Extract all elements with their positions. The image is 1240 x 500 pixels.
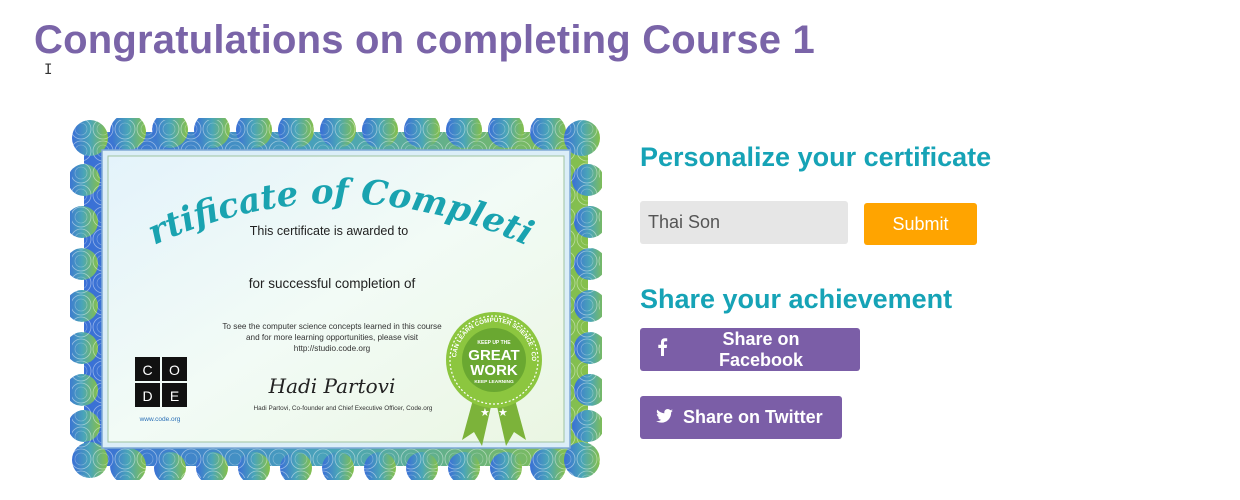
certificate-completion-text: for successful completion of bbox=[249, 276, 416, 291]
share-twitter-button[interactable]: Share on Twitter bbox=[640, 396, 842, 439]
svg-text:KEEP UP THE: KEEP UP THE bbox=[477, 340, 511, 346]
twitter-label: Share on Twitter bbox=[683, 407, 823, 427]
share-title: Share your achievement bbox=[640, 284, 953, 314]
submit-button[interactable]: Submit bbox=[864, 203, 977, 245]
svg-text:E: E bbox=[170, 388, 179, 404]
share-facebook-button[interactable]: Share on Facebook bbox=[640, 328, 860, 371]
certificate-awarded-text: This certificate is awarded to bbox=[250, 224, 408, 238]
certificate-info-line2: and for more learning opportunities, ple… bbox=[246, 333, 419, 342]
facebook-icon bbox=[656, 338, 668, 361]
certificate-signer: Hadi Partovi, Co-founder and Chief Execu… bbox=[254, 405, 433, 412]
svg-text:★: ★ bbox=[480, 406, 490, 419]
svg-text:C: C bbox=[142, 362, 152, 378]
signature: Hadi Partovi bbox=[268, 374, 396, 398]
certificate-info-line1: To see the computer science concepts lea… bbox=[222, 322, 442, 331]
certificate-info-url: http://studio.code.org bbox=[294, 344, 371, 353]
personalize-title: Personalize your certificate bbox=[640, 142, 992, 172]
svg-text:O: O bbox=[169, 362, 180, 378]
svg-text:WORK: WORK bbox=[470, 362, 518, 379]
facebook-label: Share on Facebook bbox=[718, 328, 804, 370]
certificate-image: Certificate of Completion This certifica… bbox=[70, 118, 602, 480]
svg-text:KEEP LEARNING: KEEP LEARNING bbox=[474, 379, 514, 385]
svg-text:★: ★ bbox=[498, 406, 508, 419]
code-logo-url: www.code.org bbox=[139, 416, 181, 423]
text-cursor-icon: I bbox=[44, 62, 53, 78]
svg-text:D: D bbox=[142, 388, 152, 404]
name-input[interactable] bbox=[640, 201, 848, 244]
twitter-icon bbox=[656, 407, 673, 428]
page-title: Congratulations on completing Course 1 bbox=[34, 18, 815, 62]
